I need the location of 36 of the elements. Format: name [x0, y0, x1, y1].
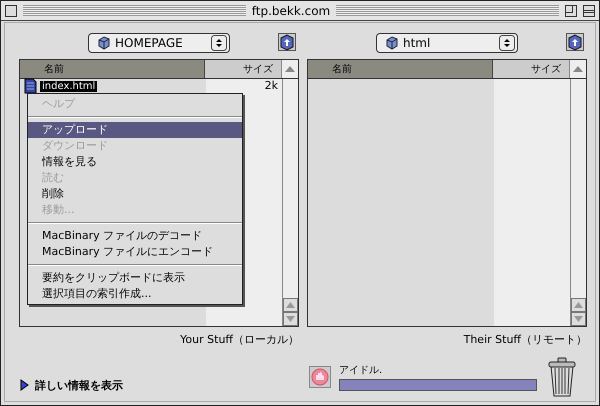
parent-folder-icon[interactable]: [278, 33, 296, 51]
column-header[interactable]: サイズ: [493, 60, 569, 78]
menu-item[interactable]: 選択項目の索引作成...: [28, 286, 242, 302]
sort-direction-icon[interactable]: [281, 60, 298, 78]
window-title: ftp.bekk.com: [252, 4, 330, 18]
disclosure-toggle[interactable]: 詳しい情報を表示: [19, 378, 309, 392]
menu-item[interactable]: MacBinary ファイルのデコード: [28, 228, 242, 244]
menu-item[interactable]: 情報を見る: [28, 154, 242, 170]
arrows-icon: [499, 35, 515, 51]
column-header[interactable]: 名前: [20, 60, 205, 78]
pane-caption: Their Stuff（リモート）: [462, 332, 587, 347]
folder-popup[interactable]: HOMEPAGE: [88, 33, 230, 53]
status-text: アイドル.: [339, 364, 384, 377]
folder-popup[interactable]: html: [376, 33, 518, 53]
folder-icon: [97, 36, 111, 50]
sort-direction-icon[interactable]: [569, 60, 586, 78]
close-box[interactable]: [5, 4, 17, 16]
scroll-bar[interactable]: [570, 79, 586, 326]
menu-item[interactable]: 要約をクリップボードに表示: [28, 270, 242, 286]
zoom-box[interactable]: [565, 4, 577, 16]
parent-folder-icon[interactable]: [566, 33, 584, 51]
arrows-icon: [211, 35, 227, 51]
collapse-box[interactable]: [583, 4, 595, 16]
column-header[interactable]: サイズ: [205, 60, 281, 78]
file-size: 2k: [264, 79, 279, 93]
folder-icon: [385, 36, 399, 50]
document-icon: [24, 78, 37, 94]
menu-item[interactable]: MacBinary ファイルにエンコード: [28, 244, 242, 260]
disclosure-triangle-icon[interactable]: [19, 379, 31, 391]
pane-caption: Your Stuff（ローカル）: [179, 332, 299, 347]
file-name[interactable]: index.html: [40, 80, 98, 92]
menu-item[interactable]: アップロード: [28, 122, 242, 138]
menu-item[interactable]: 削除: [28, 186, 242, 202]
stop-button[interactable]: [309, 366, 331, 388]
scroll-bar[interactable]: [282, 79, 298, 326]
column-header[interactable]: 名前: [308, 60, 493, 78]
